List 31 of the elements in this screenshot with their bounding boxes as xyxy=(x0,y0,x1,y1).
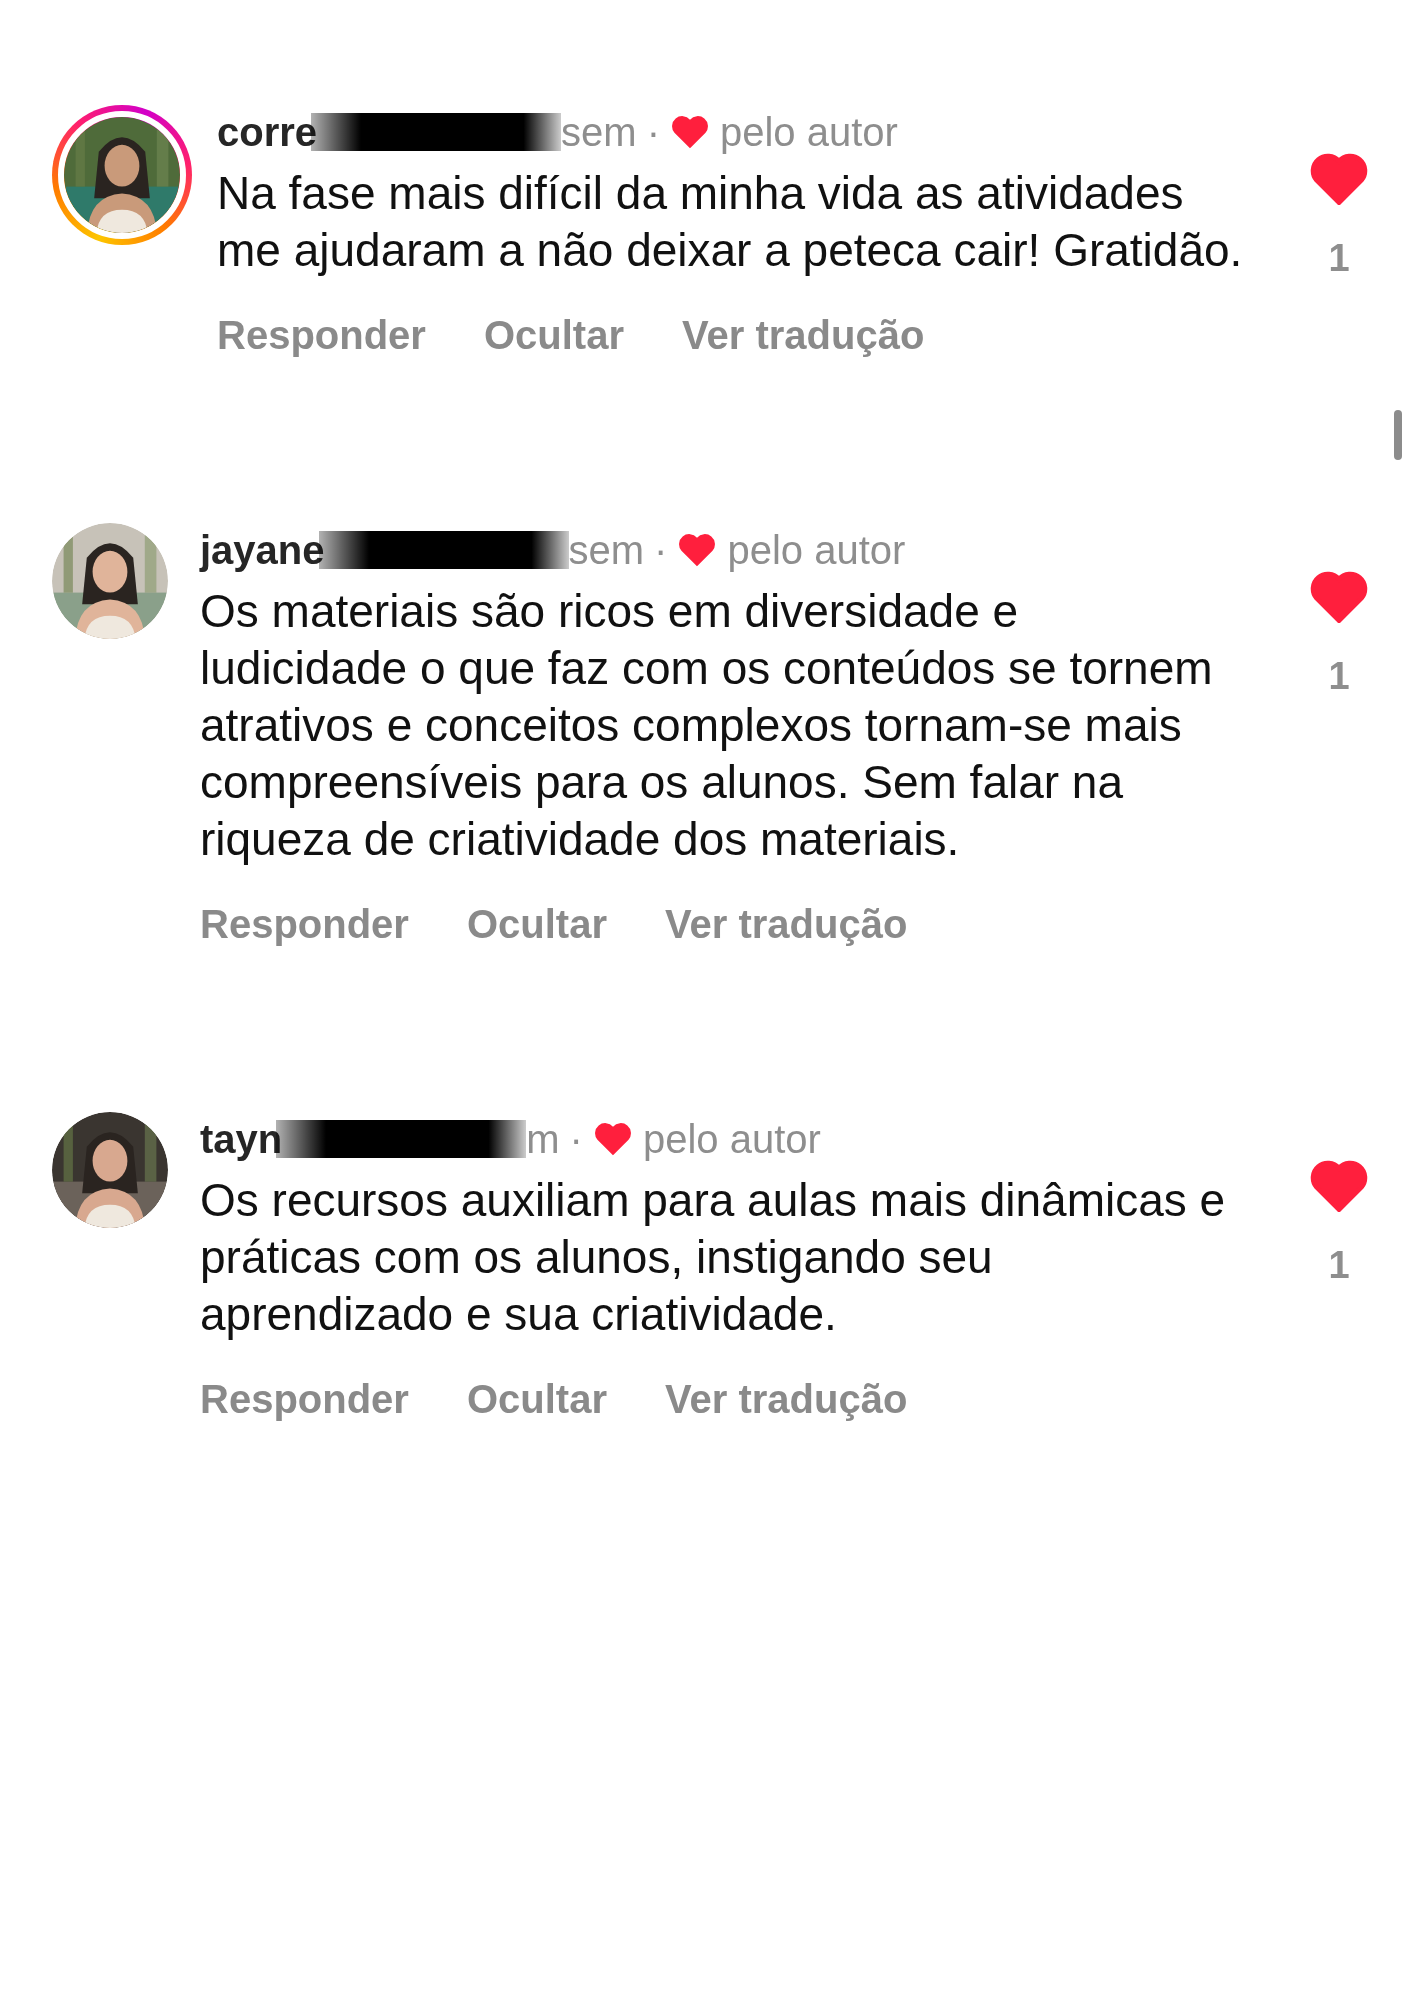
comment-text: Os recursos auxiliam para aulas mais dinâmicas e práticas com os alunos, instigando seu aprendizado e sua criatividade. xyxy=(200,1173,1227,1342)
action-link[interactable]: Ver tradução xyxy=(682,313,925,358)
comment-text: Na fase mais difícil da minha vida as atividades me ajudaram a não deixar a peteca cair! Gratidão. xyxy=(217,166,1244,278)
like-count: 1 xyxy=(1328,655,1350,698)
action-link[interactable]: Ocultar xyxy=(466,1377,607,1422)
action-link[interactable]: Ocultar xyxy=(466,902,607,947)
separator-dot: · xyxy=(569,1116,583,1162)
action-link[interactable]: Responder xyxy=(217,313,426,358)
username[interactable]: corre xyxy=(217,109,318,155)
author-label: pelo autor xyxy=(642,1116,821,1162)
comment-text: Os materiais são ricos em diversidade e ludicidade o que faz com os conteúdos se tornem atrativos e conceitos complexos tornam-se mais compreensíveis para os alunos. Sem falar na riqueza de criatividade dos materiais. xyxy=(200,584,1214,867)
action-link[interactable]: Ocultar xyxy=(483,313,624,358)
action-link[interactable]: Ver tradução xyxy=(665,902,908,947)
action-link[interactable]: Ver tradução xyxy=(665,1377,908,1422)
like-count: 1 xyxy=(1328,1244,1350,1287)
separator-dot: · xyxy=(646,109,660,155)
like-icon[interactable] xyxy=(1310,1160,1368,1212)
username[interactable]: jayane xyxy=(200,527,325,573)
author-label: pelo autor xyxy=(727,527,906,573)
timestamp: sem xyxy=(568,527,645,573)
separator-dot: · xyxy=(654,527,668,573)
action-link[interactable]: Responder xyxy=(200,1377,409,1422)
timestamp: sem xyxy=(561,109,637,155)
like-icon[interactable] xyxy=(1310,153,1368,205)
like-icon[interactable] xyxy=(1310,571,1368,623)
username[interactable]: tayn xyxy=(200,1116,283,1162)
author-label: pelo autor xyxy=(719,109,898,155)
scroll-indicator xyxy=(1394,410,1402,460)
timestamp: m xyxy=(526,1116,560,1162)
like-count: 1 xyxy=(1328,237,1350,280)
action-link[interactable]: Responder xyxy=(200,902,409,947)
